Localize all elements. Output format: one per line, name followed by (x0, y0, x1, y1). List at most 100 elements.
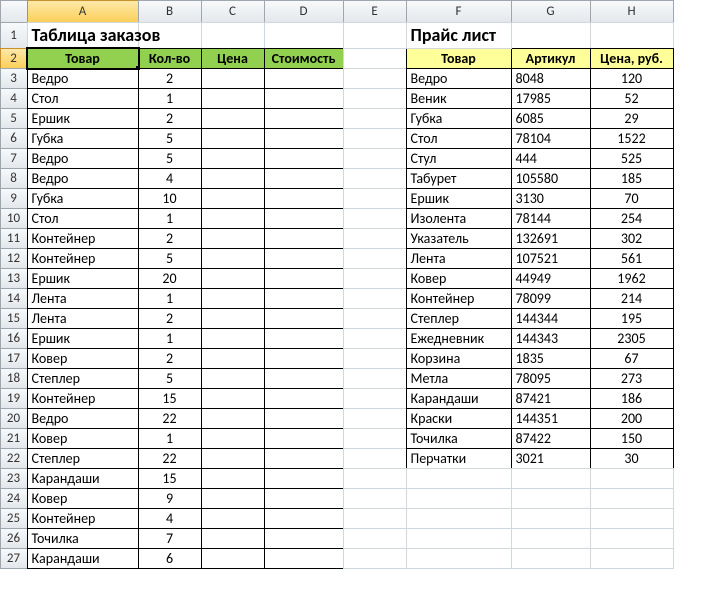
row-header-23[interactable]: 23 (0, 468, 28, 489)
cell-e21[interactable] (343, 428, 407, 449)
order-price-10[interactable] (201, 208, 265, 229)
row-header-6[interactable]: 6 (0, 128, 28, 149)
order-name-19[interactable]: Контейнер (27, 388, 139, 409)
row-header-3[interactable]: 3 (0, 68, 28, 89)
order-qty-26[interactable]: 7 (138, 528, 202, 549)
price-val-17[interactable]: 67 (590, 348, 674, 369)
order-cost-13[interactable] (264, 268, 344, 289)
order-price-8[interactable] (201, 168, 265, 189)
order-name-20[interactable]: Ведро (27, 408, 139, 429)
price-val-18[interactable]: 273 (590, 368, 674, 389)
order-qty-12[interactable]: 5 (138, 248, 202, 269)
price-header-price[interactable]: Цена, руб. (590, 48, 674, 69)
col-header-h[interactable]: H (590, 0, 674, 23)
order-name-18[interactable]: Степлер (27, 368, 139, 389)
price-sku-6[interactable]: 78104 (511, 128, 591, 149)
price-sku-15[interactable]: 144344 (511, 308, 591, 329)
order-name-23[interactable]: Карандаши (27, 468, 139, 489)
price-sku-8[interactable]: 105580 (511, 168, 591, 189)
cell-h24[interactable] (590, 488, 674, 509)
order-qty-17[interactable]: 2 (138, 348, 202, 369)
col-header-f[interactable]: F (406, 0, 512, 23)
price-sku-5[interactable]: 6085 (511, 108, 591, 129)
order-price-7[interactable] (201, 148, 265, 169)
cell-e22[interactable] (343, 448, 407, 469)
order-cost-12[interactable] (264, 248, 344, 269)
cell-f24[interactable] (406, 488, 512, 509)
row-header-1[interactable]: 1 (0, 22, 28, 49)
row-header-18[interactable]: 18 (0, 368, 28, 389)
order-name-26[interactable]: Точилка (27, 528, 139, 549)
price-name-6[interactable]: Стол (406, 128, 512, 149)
price-name-18[interactable]: Метла (406, 368, 512, 389)
cell-e3[interactable] (343, 68, 407, 89)
col-header-c[interactable]: C (201, 0, 265, 23)
price-sku-3[interactable]: 8048 (511, 68, 591, 89)
row-header-7[interactable]: 7 (0, 148, 28, 169)
price-name-5[interactable]: Губка (406, 108, 512, 129)
order-price-5[interactable] (201, 108, 265, 129)
order-price-12[interactable] (201, 248, 265, 269)
price-sku-19[interactable]: 87421 (511, 388, 591, 409)
order-qty-8[interactable]: 4 (138, 168, 202, 189)
col-header-e[interactable]: E (343, 0, 407, 23)
cell-g25[interactable] (511, 508, 591, 529)
order-cost-27[interactable] (264, 548, 344, 569)
price-sku-17[interactable]: 1835 (511, 348, 591, 369)
order-qty-25[interactable]: 4 (138, 508, 202, 529)
order-qty-20[interactable]: 22 (138, 408, 202, 429)
order-price-15[interactable] (201, 308, 265, 329)
order-cost-14[interactable] (264, 288, 344, 309)
order-name-3[interactable]: Ведро (27, 68, 139, 89)
cell-e24[interactable] (343, 488, 407, 509)
cell-e9[interactable] (343, 188, 407, 209)
cell-g23[interactable] (511, 468, 591, 489)
order-name-12[interactable]: Контейнер (27, 248, 139, 269)
order-cost-5[interactable] (264, 108, 344, 129)
order-name-16[interactable]: Ершик (27, 328, 139, 349)
order-name-11[interactable]: Контейнер (27, 228, 139, 249)
order-price-13[interactable] (201, 268, 265, 289)
cell-d1[interactable] (264, 22, 344, 49)
price-val-7[interactable]: 525 (590, 148, 674, 169)
price-val-15[interactable]: 195 (590, 308, 674, 329)
price-val-3[interactable]: 120 (590, 68, 674, 89)
price-sku-22[interactable]: 3021 (511, 448, 591, 469)
order-cost-21[interactable] (264, 428, 344, 449)
orders-header-price[interactable]: Цена (201, 48, 265, 69)
row-header-4[interactable]: 4 (0, 88, 28, 109)
cell-g27[interactable] (511, 548, 591, 569)
price-sku-12[interactable]: 107521 (511, 248, 591, 269)
price-sku-13[interactable]: 44949 (511, 268, 591, 289)
order-price-18[interactable] (201, 368, 265, 389)
order-qty-23[interactable]: 15 (138, 468, 202, 489)
cell-e27[interactable] (343, 548, 407, 569)
order-qty-6[interactable]: 5 (138, 128, 202, 149)
price-val-10[interactable]: 254 (590, 208, 674, 229)
order-cost-23[interactable] (264, 468, 344, 489)
price-sku-4[interactable]: 17985 (511, 88, 591, 109)
cell-g1[interactable] (511, 22, 591, 49)
order-cost-18[interactable] (264, 368, 344, 389)
row-header-16[interactable]: 16 (0, 328, 28, 349)
order-cost-9[interactable] (264, 188, 344, 209)
order-cost-3[interactable] (264, 68, 344, 89)
row-header-14[interactable]: 14 (0, 288, 28, 309)
order-price-3[interactable] (201, 68, 265, 89)
order-name-10[interactable]: Стол (27, 208, 139, 229)
order-price-24[interactable] (201, 488, 265, 509)
cell-e7[interactable] (343, 148, 407, 169)
cell-e14[interactable] (343, 288, 407, 309)
price-val-16[interactable]: 2305 (590, 328, 674, 349)
cell-e18[interactable] (343, 368, 407, 389)
order-cost-7[interactable] (264, 148, 344, 169)
order-cost-19[interactable] (264, 388, 344, 409)
order-cost-24[interactable] (264, 488, 344, 509)
price-val-21[interactable]: 150 (590, 428, 674, 449)
price-header-tovar[interactable]: Товар (406, 48, 512, 69)
row-header-19[interactable]: 19 (0, 388, 28, 409)
price-val-4[interactable]: 52 (590, 88, 674, 109)
price-sku-7[interactable]: 444 (511, 148, 591, 169)
cell-f26[interactable] (406, 528, 512, 549)
price-name-8[interactable]: Табурет (406, 168, 512, 189)
